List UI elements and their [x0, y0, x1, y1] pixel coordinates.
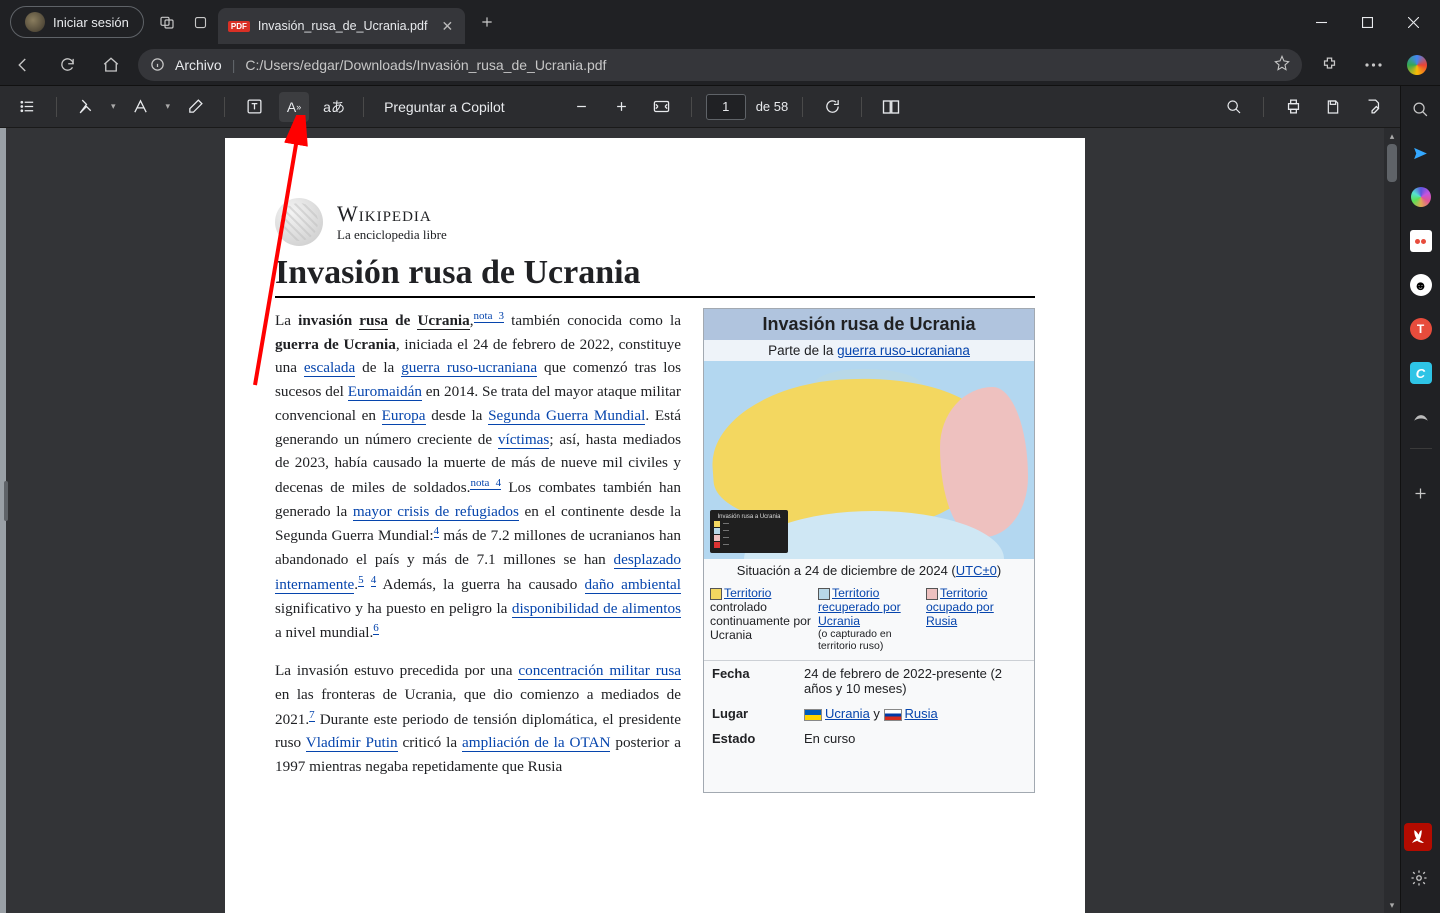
minimize-button[interactable]	[1298, 0, 1344, 44]
url-path: C:/Users/edgar/Downloads/Invasión_rusa_d…	[245, 57, 606, 73]
map-inset-legend: Invasión rusa a Ucrania — — — —	[710, 510, 788, 553]
title-bar: Iniciar sesión PDF Invasión_rusa_de_Ucra…	[0, 0, 1440, 44]
workspaces-icon[interactable]	[150, 5, 184, 39]
pdf-viewport[interactable]: Wikipedia La enciclopedia libre Invasión…	[0, 128, 1400, 913]
tab-close-icon[interactable]: ✕	[441, 18, 453, 35]
tab-actions-icon[interactable]	[184, 5, 218, 39]
zoom-out-icon[interactable]	[567, 92, 597, 122]
print-icon[interactable]	[1278, 92, 1308, 122]
infobox-row-fecha: Fecha24 de febrero de 2022-presente (2 a…	[704, 661, 1034, 701]
window-controls	[1298, 0, 1436, 44]
refresh-button[interactable]	[50, 48, 84, 82]
ask-copilot-button[interactable]: Preguntar a Copilot	[378, 99, 511, 115]
scroll-thumb[interactable]	[1387, 144, 1397, 182]
page-input[interactable]	[706, 94, 746, 120]
home-button[interactable]	[94, 48, 128, 82]
save-as-icon[interactable]	[1358, 92, 1388, 122]
chevron-down-icon[interactable]: ▾	[111, 101, 116, 112]
infobox-row-estado: EstadoEn curso	[704, 726, 1034, 751]
fit-width-icon[interactable]	[647, 92, 677, 122]
sidebar-copilot-icon[interactable]	[1408, 184, 1434, 210]
nav-bar: Archivo | C:/Users/edgar/Downloads/Invas…	[0, 44, 1440, 86]
article-title: Invasión rusa de Ucrania	[275, 254, 1035, 298]
scroll-down-icon[interactable]: ▾	[1384, 897, 1400, 913]
profile-button[interactable]: Iniciar sesión	[10, 6, 144, 38]
sidebar-app5-icon[interactable]	[1408, 404, 1434, 430]
copilot-icon	[1407, 55, 1427, 75]
sidebar-app2-icon[interactable]: ☻	[1408, 272, 1434, 298]
copilot-button[interactable]	[1400, 48, 1434, 82]
close-window-button[interactable]	[1390, 0, 1436, 44]
settings-more-button[interactable]	[1356, 48, 1390, 82]
sidebar-settings-icon[interactable]	[1406, 865, 1432, 891]
find-icon[interactable]	[1219, 92, 1249, 122]
highlight-filled-icon[interactable]	[71, 92, 101, 122]
address-bar[interactable]: Archivo | C:/Users/edgar/Downloads/Invas…	[138, 49, 1302, 81]
zoom-in-icon[interactable]	[607, 92, 637, 122]
sidebar-send-icon[interactable]	[1408, 140, 1434, 166]
article-body: La invasión rusa de Ucrania,nota 3 tambi…	[275, 308, 681, 793]
acrobat-icon[interactable]	[1404, 823, 1432, 851]
translate-label: aあ	[323, 97, 345, 117]
pdf-badge-icon: PDF	[228, 21, 250, 32]
wikipedia-name: Wikipedia	[337, 201, 447, 227]
rotate-icon[interactable]	[817, 92, 847, 122]
sidebar-add-icon[interactable]	[1408, 480, 1434, 506]
infobox-map: Invasión rusa a Ucrania — — — —	[704, 361, 1034, 559]
url-scheme: Archivo	[175, 57, 222, 73]
profile-label: Iniciar sesión	[53, 15, 129, 30]
tab-label: Invasión_rusa_de_Ucrania.pdf	[258, 19, 428, 33]
vertical-scrollbar[interactable]: ▴ ▾	[1384, 128, 1400, 913]
scroll-up-icon[interactable]: ▴	[1384, 128, 1400, 144]
avatar-icon	[25, 12, 45, 32]
sidebar-app1-icon[interactable]	[1408, 228, 1434, 254]
chevron-down-icon[interactable]: ▾	[166, 101, 171, 112]
infobox-row-lugar: LugarUcrania y Rusia	[704, 701, 1034, 726]
sidebar-app3-icon[interactable]: T	[1408, 316, 1434, 342]
infobox-title: Invasión rusa de Ucrania	[704, 309, 1034, 340]
sidebar-app4-icon[interactable]: C	[1408, 360, 1434, 386]
sidebar-edge[interactable]	[0, 128, 6, 913]
active-tab[interactable]: PDF Invasión_rusa_de_Ucrania.pdf ✕	[218, 8, 465, 44]
page-count: de 58	[756, 99, 789, 114]
infobox: Invasión rusa de Ucrania Parte de la gue…	[703, 308, 1035, 793]
pdf-toolbar: ▾ ▾ A» aあ Preguntar a Copilot de 58	[0, 86, 1440, 128]
infobox-caption: Situación a 24 de diciembre de 2024 (UTC…	[704, 559, 1034, 582]
back-button[interactable]	[6, 48, 40, 82]
info-icon	[150, 57, 165, 72]
infobox-subtitle: Parte de la guerra ruso-ucraniana	[704, 340, 1034, 361]
page-view-icon[interactable]	[876, 92, 906, 122]
maximize-button[interactable]	[1344, 0, 1390, 44]
edge-sidebar: ☻ T C	[1400, 86, 1440, 913]
highlight-outline-icon[interactable]	[126, 92, 156, 122]
infobox-legend: Territorio controlado continuamente por …	[704, 582, 1034, 661]
wikipedia-subtitle: La enciclopedia libre	[337, 227, 447, 243]
new-tab-button[interactable]	[471, 6, 503, 38]
erase-icon[interactable]	[180, 92, 210, 122]
save-icon[interactable]	[1318, 92, 1348, 122]
contents-icon[interactable]	[12, 92, 42, 122]
sidebar-search-icon[interactable]	[1408, 96, 1434, 122]
pdf-page: Wikipedia La enciclopedia libre Invasión…	[225, 138, 1085, 913]
text-icon[interactable]	[239, 92, 269, 122]
favorite-icon[interactable]	[1274, 55, 1290, 74]
extensions-button[interactable]	[1312, 48, 1346, 82]
read-aloud-icon[interactable]: A»	[279, 92, 309, 122]
wikipedia-logo-icon	[275, 198, 323, 246]
translate-icon[interactable]: aあ	[319, 92, 349, 122]
